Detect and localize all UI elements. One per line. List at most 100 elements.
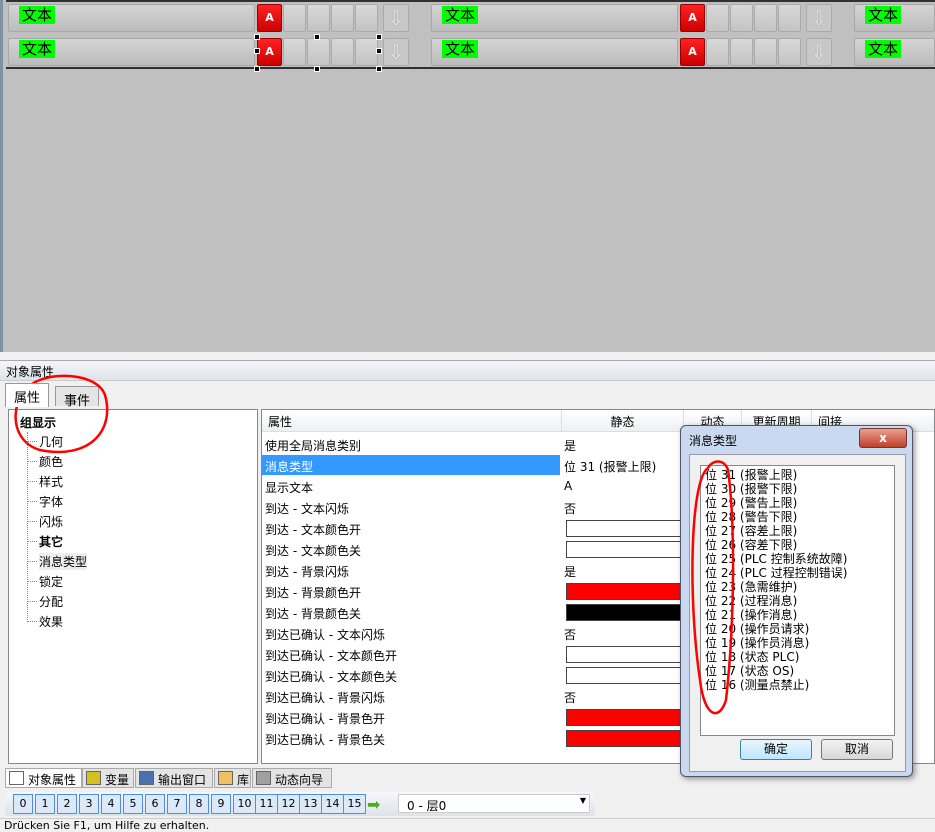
status-button[interactable] xyxy=(307,38,330,66)
selection-handle[interactable] xyxy=(254,66,260,72)
list-item[interactable]: 位 31 (报警上限) xyxy=(705,468,797,482)
list-item[interactable]: 位 20 (操作员请求) xyxy=(705,622,809,636)
selection-handle[interactable] xyxy=(314,34,320,40)
tree-item[interactable]: 其它 xyxy=(39,533,63,550)
tree-root[interactable]: 组显示 xyxy=(20,414,56,431)
status-button[interactable] xyxy=(730,4,753,32)
alarm-text-field[interactable]: 文本 xyxy=(431,38,678,66)
status-button[interactable] xyxy=(778,4,801,32)
selection-handle[interactable] xyxy=(376,34,382,40)
list-item[interactable]: 位 21 (操作消息) xyxy=(705,608,797,622)
bottom-tab[interactable]: 动态向导 xyxy=(252,768,332,788)
selection-handle[interactable] xyxy=(314,66,320,72)
close-button[interactable]: x xyxy=(859,428,907,448)
property-static-value[interactable]: 位 31 (报警上限) xyxy=(564,458,656,475)
tree-item[interactable]: 闪烁 xyxy=(39,513,63,530)
layer-button[interactable]: 0 xyxy=(13,794,33,814)
alarm-button[interactable]: A xyxy=(257,4,282,32)
tree-item[interactable]: 锁定 xyxy=(39,573,63,590)
layer-button[interactable]: 14 xyxy=(321,794,344,814)
bottom-tab[interactable]: 对象属性 xyxy=(5,768,82,788)
layer-button[interactable]: 10 xyxy=(233,794,256,814)
message-type-list[interactable]: 位 31 (报警上限) 位 30 (报警下限) 位 29 (警告上限) 位 28 (警… xyxy=(700,465,895,736)
selection-handle[interactable] xyxy=(254,48,260,54)
list-item[interactable]: 位 22 (过程消息) xyxy=(705,594,797,608)
tree-item[interactable]: 字体 xyxy=(39,493,63,510)
status-button[interactable] xyxy=(706,38,729,66)
bottom-tab[interactable]: 输出窗口 xyxy=(135,768,213,788)
status-button[interactable] xyxy=(355,4,378,32)
status-button[interactable] xyxy=(754,38,777,66)
list-item[interactable]: 位 16 (测量点禁止) xyxy=(705,678,809,692)
layer-button[interactable]: 3 xyxy=(79,794,99,814)
bottom-tab[interactable]: 变量 xyxy=(82,768,134,788)
color-swatch[interactable] xyxy=(566,583,686,600)
selection-handle[interactable] xyxy=(376,66,382,72)
status-button[interactable] xyxy=(754,4,777,32)
arrow-down-icon[interactable]: ⇩ xyxy=(383,4,409,32)
header-static[interactable]: 静态 xyxy=(562,410,684,432)
tree-item[interactable]: 颜色 xyxy=(39,453,63,470)
list-item[interactable]: 位 28 (警告下限) xyxy=(705,510,797,524)
arrow-down-icon[interactable]: ⇩ xyxy=(383,38,409,66)
tree-item[interactable]: 样式 xyxy=(39,473,63,490)
property-static-value[interactable]: A xyxy=(564,479,572,493)
tree-item[interactable]: 消息类型 xyxy=(39,553,88,570)
layer-button[interactable]: 9 xyxy=(211,794,231,814)
arrow-down-icon[interactable]: ⇩ xyxy=(806,4,832,32)
property-static-value[interactable]: 否 xyxy=(564,626,576,643)
tree-item[interactable]: 几何 xyxy=(39,433,63,450)
list-item[interactable]: 位 23 (急需维护) xyxy=(705,580,797,594)
list-item[interactable]: 位 19 (操作员消息) xyxy=(705,636,809,650)
alarm-text-field[interactable]: 文本 xyxy=(431,4,678,32)
alarm-text-field[interactable]: 文本 xyxy=(854,4,935,32)
layer-button[interactable]: 4 xyxy=(101,794,121,814)
layer-button[interactable]: 11 xyxy=(255,794,278,814)
layer-button[interactable]: 1 xyxy=(35,794,55,814)
ok-button[interactable]: 确定 xyxy=(740,739,812,760)
layer-button[interactable]: 5 xyxy=(123,794,143,814)
list-item[interactable]: 位 30 (报警下限) xyxy=(705,482,797,496)
selection-handle[interactable] xyxy=(254,34,260,40)
layer-button[interactable]: 15 xyxy=(343,794,366,814)
status-button[interactable] xyxy=(730,38,753,66)
color-swatch[interactable] xyxy=(566,541,686,558)
alarm-text-field[interactable]: 文本 xyxy=(8,38,255,66)
status-button[interactable] xyxy=(283,38,306,66)
color-swatch[interactable] xyxy=(566,646,686,663)
property-static-value[interactable]: 是 xyxy=(564,437,576,454)
layer-button[interactable]: 12 xyxy=(277,794,300,814)
tab-events[interactable]: 事件 xyxy=(55,386,100,409)
bottom-tab[interactable]: 库 xyxy=(214,768,251,788)
status-button[interactable] xyxy=(331,4,354,32)
list-item[interactable]: 位 24 (PLC 过程控制错误) xyxy=(705,566,847,580)
chevron-down-icon[interactable]: ▼ xyxy=(580,796,586,805)
status-button[interactable] xyxy=(706,4,729,32)
layer-button[interactable]: 13 xyxy=(299,794,322,814)
color-swatch[interactable] xyxy=(566,604,686,621)
color-swatch[interactable] xyxy=(566,520,686,537)
header-property[interactable]: 属性 xyxy=(262,410,562,432)
layer-button[interactable]: 6 xyxy=(145,794,165,814)
status-button[interactable] xyxy=(355,38,378,66)
tree-item[interactable]: 效果 xyxy=(39,613,63,630)
list-item[interactable]: 位 29 (警告上限) xyxy=(705,496,797,510)
alarm-text-field[interactable]: 文本 xyxy=(8,4,255,32)
selection-handle[interactable] xyxy=(376,48,382,54)
status-button[interactable] xyxy=(307,4,330,32)
arrow-right-icon[interactable]: ➡ xyxy=(367,795,380,814)
color-swatch[interactable] xyxy=(566,730,686,747)
list-item[interactable]: 位 25 (PLC 控制系统故障) xyxy=(705,552,847,566)
list-item[interactable]: 位 27 (容差上限) xyxy=(705,524,797,538)
alarm-button[interactable]: A xyxy=(680,4,705,32)
tab-properties[interactable]: 属性 xyxy=(5,383,50,407)
color-swatch[interactable] xyxy=(566,667,686,684)
layer-button[interactable]: 2 xyxy=(57,794,77,814)
status-button[interactable] xyxy=(331,38,354,66)
status-button[interactable] xyxy=(778,38,801,66)
alarm-button[interactable]: A xyxy=(680,38,705,66)
list-item[interactable]: 位 26 (容差下限) xyxy=(705,538,797,552)
status-button[interactable] xyxy=(283,4,306,32)
tree-item[interactable]: 分配 xyxy=(39,593,63,610)
list-item[interactable]: 位 18 (状态 PLC) xyxy=(705,650,799,664)
